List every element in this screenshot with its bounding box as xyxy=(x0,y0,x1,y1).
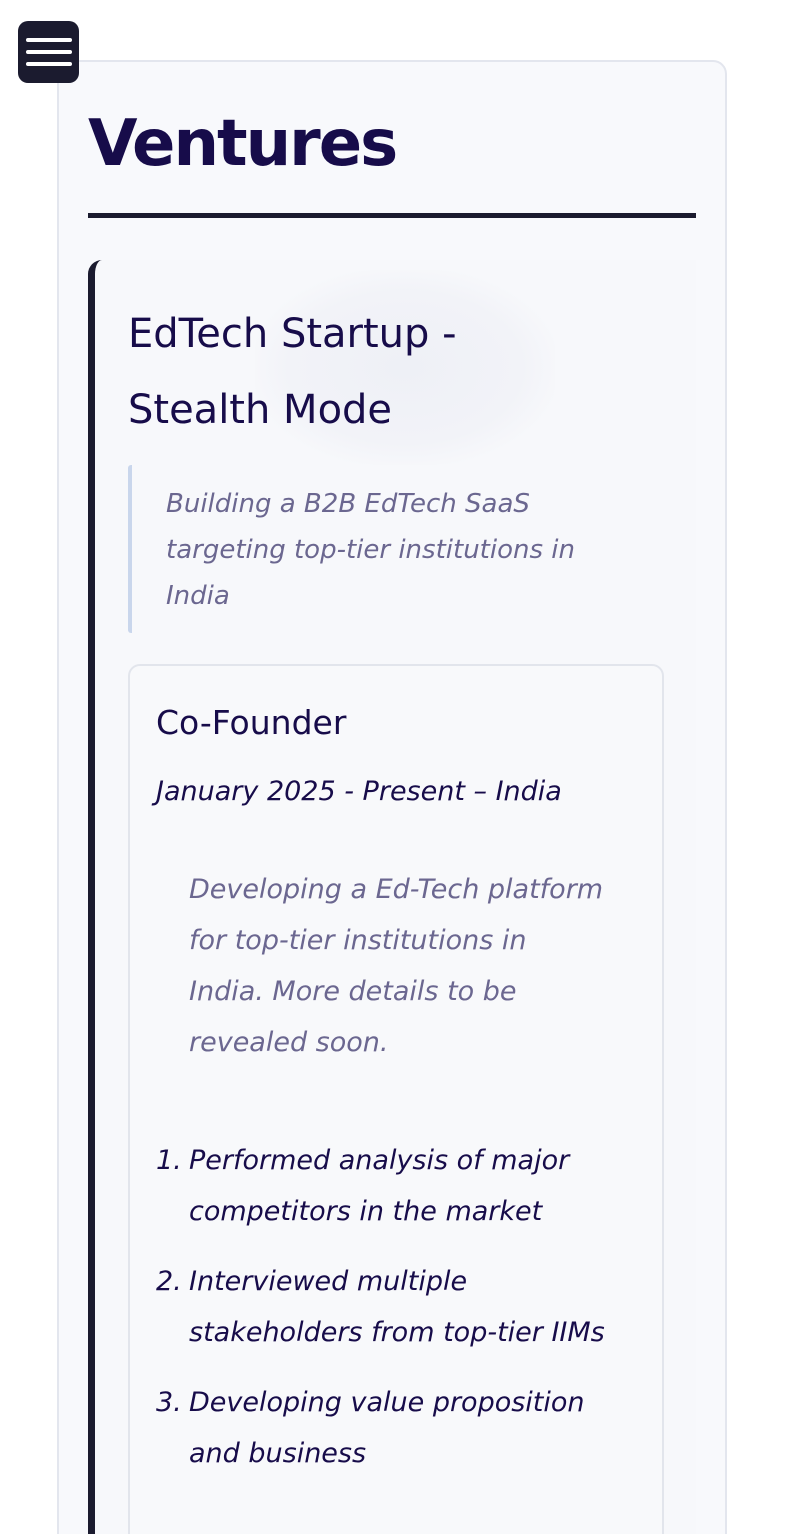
venture-tagline: Building a B2B EdTech SaaS targeting top… xyxy=(128,465,598,633)
list-item-text: Interviewed multiple stakeholders from t… xyxy=(189,1266,605,1348)
role-dates-location: January 2025 - Present – India xyxy=(156,776,562,807)
list-item: 2. Interviewed multiple stakeholders fro… xyxy=(156,1256,606,1358)
list-item-text: Developing value proposition and busines… xyxy=(189,1387,585,1469)
hamburger-menu-icon-bar xyxy=(25,62,72,66)
list-item-number: 1. xyxy=(156,1145,182,1176)
hamburger-menu-button[interactable] xyxy=(18,21,79,83)
hamburger-menu-icon-bar xyxy=(25,50,72,54)
section-title: Ventures xyxy=(88,107,398,181)
list-item-number: 3. xyxy=(156,1387,182,1418)
list-item-number: 2. xyxy=(156,1266,182,1297)
list-item: 3. Developing value proposition and busi… xyxy=(156,1377,606,1479)
role-title: Co-Founder xyxy=(156,703,347,742)
list-item: 1. Performed analysis of major competito… xyxy=(156,1135,606,1237)
hamburger-menu-icon xyxy=(25,38,72,42)
role-description: Developing a Ed-Tech platform for top-ti… xyxy=(189,874,604,1058)
list-item-text: Performed analysis of major competitors … xyxy=(189,1145,570,1227)
achievements-list: 1. Performed analysis of major competito… xyxy=(156,1135,606,1498)
title-divider xyxy=(88,213,696,218)
venture-name: EdTech Startup - Stealth Mode xyxy=(128,311,457,433)
